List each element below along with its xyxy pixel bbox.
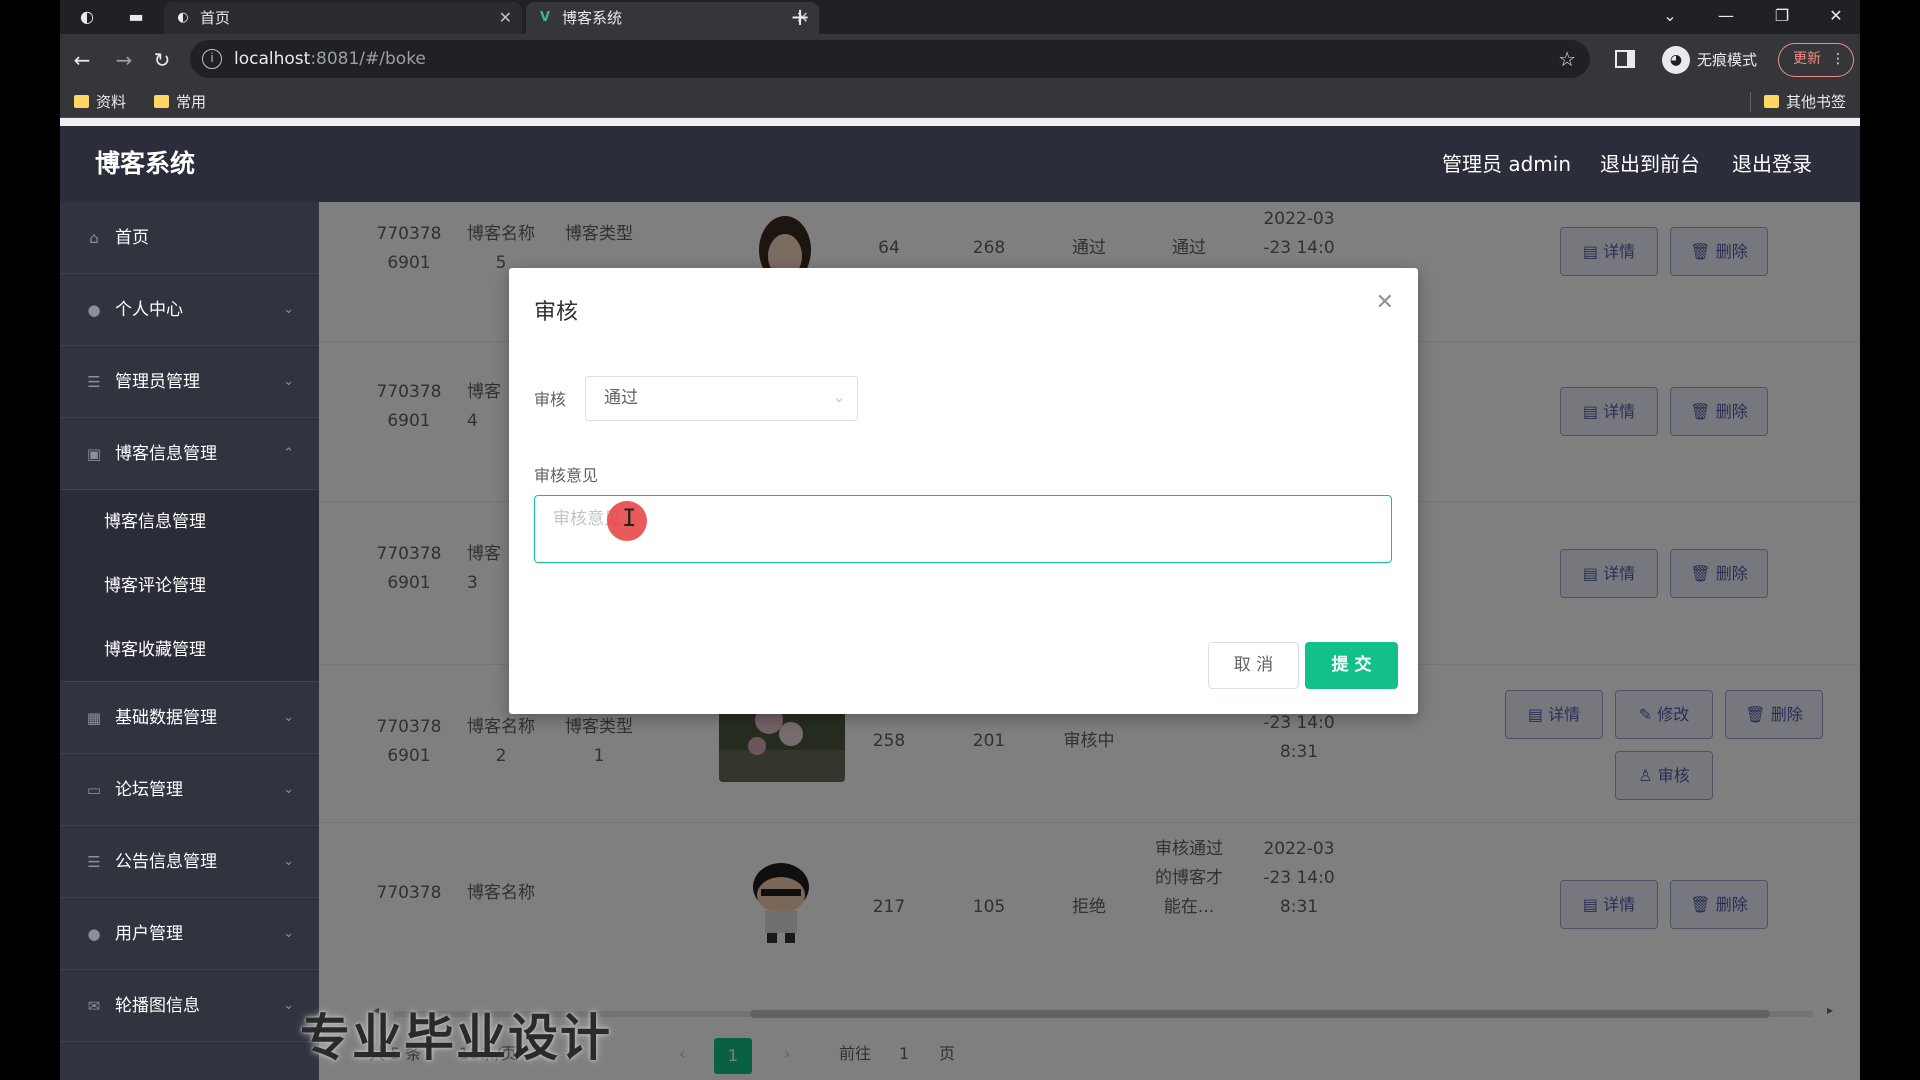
sidebar-item-label: 论坛管理 — [115, 780, 183, 800]
address-bar[interactable]: i localhost:8081/#/boke ☆ — [190, 40, 1590, 78]
user-icon: ● — [87, 925, 101, 943]
back-button[interactable]: ← — [68, 46, 96, 74]
chevron-down-icon: ⌄ — [283, 302, 294, 317]
logout-link[interactable]: 退出登录 — [1732, 126, 1812, 202]
text-cursor-icon: I — [622, 504, 637, 532]
minimize-button[interactable]: — — [1706, 2, 1746, 30]
browser-menu-icon[interactable]: ◐ — [76, 6, 98, 28]
watermark-text: 专业毕业设计 — [300, 1009, 612, 1067]
browser-tab-bar: ◐ ▬ ◐ 首页 ✕ V 博客系统 ✕ + ⌄ — ❐ ✕ — [60, 0, 1860, 34]
chevron-down-icon: ⌄ — [283, 926, 294, 941]
incognito-label: 无痕模式 — [1697, 51, 1758, 69]
tab-title: 首页 — [200, 9, 231, 27]
sidebar-item-label: 管理员管理 — [115, 372, 200, 392]
bookmarks-bar: 资料 常用 其他书签 — [60, 86, 1860, 118]
screen: ◐ ▬ ◐ 首页 ✕ V 博客系统 ✕ + ⌄ — ❐ ✕ ← → ↻ i lo… — [60, 0, 1860, 1080]
cancel-button[interactable]: 取 消 — [1208, 642, 1299, 689]
sidebar-item-label: 博客信息管理 — [115, 444, 217, 464]
sidebar-item-label: 用户管理 — [115, 924, 183, 944]
other-bookmarks[interactable]: 其他书签 — [1764, 86, 1846, 118]
sidebar-subitem-blog-favorites[interactable]: 博客收藏管理 — [60, 618, 319, 682]
close-icon[interactable]: ✕ — [1376, 290, 1394, 315]
sidebar-item-home[interactable]: ⌂ 首页 — [60, 202, 319, 274]
sidebar-item-label: 公告信息管理 — [115, 852, 217, 872]
bookmark-label: 常用 — [176, 93, 207, 111]
restore-button[interactable]: ❐ — [1762, 2, 1802, 30]
audit-dialog: 审核 ✕ 审核 通过 ⌄ 审核意见 I 取 消 提 交 — [509, 268, 1418, 714]
sidebar-item-admins[interactable]: ☰ 管理员管理 ⌄ — [60, 346, 319, 418]
folder-icon — [74, 95, 89, 108]
update-label: 更新 — [1793, 51, 1821, 67]
side-panel-icon[interactable] — [1615, 50, 1635, 68]
new-tab-button[interactable]: + — [785, 2, 815, 32]
audit-label: 审核 — [534, 390, 567, 409]
incognito-icon[interactable]: ◕ — [1662, 46, 1690, 74]
sidebar-item-forum[interactable]: ▭ 论坛管理 ⌄ — [60, 754, 319, 826]
audit-select-value: 通过 — [604, 388, 638, 408]
sidebar-subitem-blog-info[interactable]: 博客信息管理 — [60, 490, 319, 554]
chevron-down-icon: ⌄ — [283, 782, 294, 797]
sidebar-item-label: 轮播图信息 — [115, 996, 200, 1016]
sidebar-item-users[interactable]: ● 用户管理 ⌄ — [60, 898, 319, 970]
divider — [1750, 92, 1751, 112]
chevron-down-icon: ⌄ — [283, 710, 294, 725]
opinion-label: 审核意见 — [534, 466, 599, 485]
sidebar-item-label: 基础数据管理 — [115, 708, 217, 728]
vue-icon: V — [539, 10, 551, 25]
chevron-down-icon: ⌄ — [283, 374, 294, 389]
reload-button[interactable]: ↻ — [148, 46, 176, 74]
audit-select[interactable]: 通过 ⌄ — [585, 376, 858, 421]
bookmark-label: 资料 — [96, 93, 127, 111]
sidebar-item-label: 个人中心 — [115, 300, 183, 320]
chevron-down-icon: ⌄ — [833, 390, 845, 406]
close-icon[interactable]: ✕ — [499, 2, 512, 34]
bookmark-label: 其他书签 — [1786, 93, 1847, 111]
dialog-title: 审核 — [534, 300, 579, 325]
chevron-down-icon: ⌄ — [283, 854, 294, 869]
update-button[interactable]: 更新 ⋮ — [1778, 43, 1854, 77]
browser-toolbar: ← → ↻ i localhost:8081/#/boke ☆ ◕ 无痕模式 更… — [60, 34, 1860, 86]
forward-button[interactable]: → — [110, 46, 138, 74]
sidebar-item-base-data[interactable]: ▦ 基础数据管理 ⌄ — [60, 682, 319, 754]
tab-search-icon[interactable]: ▬ — [125, 6, 147, 28]
exit-to-front-link[interactable]: 退出到前台 — [1600, 126, 1700, 202]
opinion-textarea[interactable] — [534, 495, 1392, 563]
chevron-down-icon[interactable]: ⌄ — [1650, 2, 1690, 30]
clipboard-icon: ▣ — [86, 445, 102, 463]
info-icon[interactable]: i — [202, 49, 222, 69]
folder-icon — [154, 95, 169, 108]
bookmark-star-icon[interactable]: ☆ — [1558, 40, 1576, 78]
url-text: localhost:8081/#/boke — [234, 49, 426, 69]
admin-label: 管理员 admin — [1442, 152, 1572, 176]
list-icon: ☰ — [87, 373, 101, 391]
sidebar-item-notices[interactable]: ☰ 公告信息管理 ⌄ — [60, 826, 319, 898]
mail-icon: ✉ — [87, 997, 101, 1015]
tab-blog[interactable]: V 博客系统 ✕ — [526, 2, 819, 34]
user-icon: ● — [87, 301, 101, 319]
bookmark-folder-changyong[interactable]: 常用 — [154, 86, 206, 118]
close-window-button[interactable]: ✕ — [1816, 2, 1856, 30]
tab-home[interactable]: ◐ 首页 ✕ — [164, 2, 522, 34]
sidebar: ⌂ 首页 ● 个人中心 ⌄ ☰ 管理员管理 ⌄ ▣ 博客信息管理 ⌃ 博客信息管… — [60, 202, 319, 1080]
chevron-up-icon: ⌃ — [283, 446, 294, 461]
grid-icon: ▦ — [86, 709, 102, 727]
submit-button[interactable]: 提 交 — [1305, 642, 1398, 689]
sidebar-item-carousel[interactable]: ✉ 轮播图信息 ⌄ — [60, 970, 319, 1042]
sidebar-item-label: 首页 — [115, 228, 149, 248]
bookmark-folder-ziliao[interactable]: 资料 — [74, 86, 126, 118]
sidebar-item-blog-info[interactable]: ▣ 博客信息管理 ⌃ — [60, 418, 319, 490]
sidebar-item-personal[interactable]: ● 个人中心 ⌄ — [60, 274, 319, 346]
more-icon: ⋮ — [1831, 51, 1845, 67]
folder-icon — [1764, 95, 1779, 108]
app-title: 博客系统 — [95, 149, 196, 178]
home-icon: ⌂ — [89, 229, 99, 247]
sidebar-subitem-blog-comments[interactable]: 博客评论管理 — [60, 554, 319, 618]
chat-icon: ▭ — [86, 781, 102, 799]
globe-icon: ◐ — [177, 10, 189, 25]
tab-title: 博客系统 — [562, 9, 623, 27]
list-icon: ☰ — [87, 853, 101, 871]
app-header: 博客系统 管理员 admin 退出到前台 退出登录 — [60, 126, 1860, 202]
chevron-down-icon: ⌄ — [283, 998, 294, 1013]
